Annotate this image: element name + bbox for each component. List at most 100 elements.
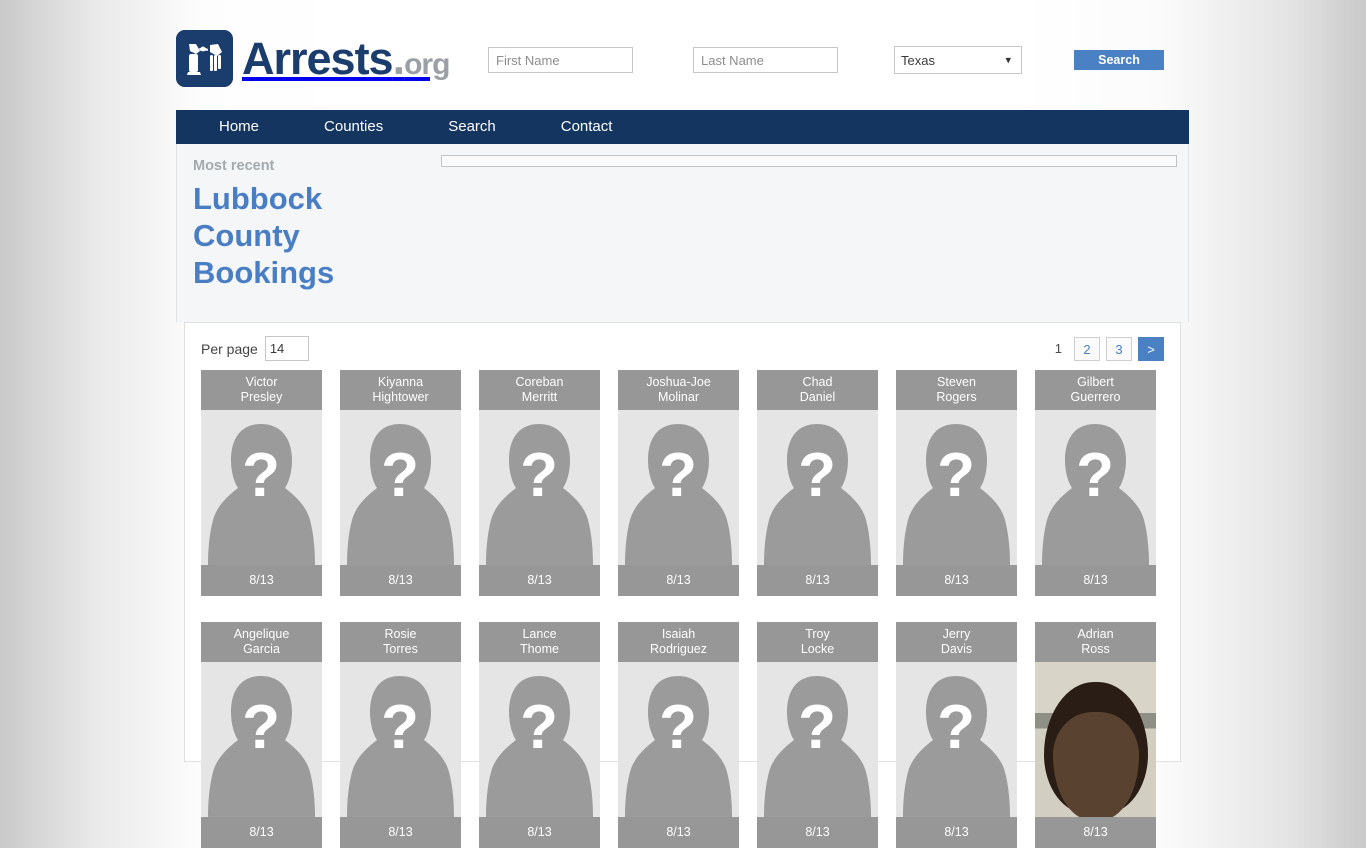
booking-card-name: Coreban Merritt xyxy=(479,370,600,410)
booking-first-name: Gilbert xyxy=(1077,375,1114,389)
booking-card-grid: Victor Presley? 8/13 Kiyanna Hightower? 8/13 C… xyxy=(201,370,1164,848)
booking-first-name: Rosie xyxy=(384,627,417,641)
booking-date: 8/13 xyxy=(340,565,461,596)
nav-item-home[interactable]: Home xyxy=(205,110,273,144)
booking-first-name: Kiyanna xyxy=(377,375,424,389)
booking-last-name: Guerrero xyxy=(1070,390,1121,404)
booking-date: 8/13 xyxy=(340,817,461,848)
svg-text:?: ? xyxy=(381,693,419,762)
results-panel: Per page 14 1 2 3 > Victor Presley? 8/13 Ki… xyxy=(184,322,1181,848)
booking-card[interactable]: Isaiah Rodriguez? 8/13 xyxy=(618,622,739,848)
booking-last-name: Daniel xyxy=(799,390,836,404)
svg-text:?: ? xyxy=(1076,441,1114,510)
svg-text:?: ? xyxy=(242,441,280,510)
booking-date: 8/13 xyxy=(1035,565,1156,596)
search-button[interactable]: Search xyxy=(1074,50,1164,70)
booking-date: 8/13 xyxy=(1035,817,1156,848)
pagination: 1 2 3 > xyxy=(1054,336,1164,361)
pagination-current-page: 1 xyxy=(1054,341,1062,356)
pagination-next-button[interactable]: > xyxy=(1138,336,1164,361)
booking-card[interactable]: Troy Locke? 8/13 xyxy=(757,622,878,848)
header-search-form: Texas ▾ Search xyxy=(488,46,1164,74)
handcuffed-hands-icon xyxy=(176,30,233,87)
site-header: Arrests.org Texas ▾ Search xyxy=(176,0,1189,110)
booking-date: 8/13 xyxy=(618,565,739,596)
svg-text:?: ? xyxy=(659,441,697,510)
per-page-select[interactable]: 14 xyxy=(264,336,309,361)
svg-text:?: ? xyxy=(798,693,836,762)
booking-card[interactable]: Lance Thome? 8/13 xyxy=(479,622,600,848)
booking-card-name: Steven Rogers xyxy=(896,370,1017,410)
booking-date: 8/13 xyxy=(201,817,322,848)
brand-name: Arrests xyxy=(242,33,394,84)
booking-card[interactable]: Rosie Torres? 8/13 xyxy=(340,622,461,848)
booking-card[interactable]: Joshua-Joe Molinar? 8/13 xyxy=(618,370,739,596)
booking-card[interactable]: Chad Daniel? 8/13 xyxy=(757,370,878,596)
ad-placeholder xyxy=(441,155,1177,167)
svg-text:?: ? xyxy=(520,693,558,762)
booking-date: 8/13 xyxy=(618,817,739,848)
last-name-input[interactable] xyxy=(693,47,838,73)
booking-card-name: Kiyanna Hightower xyxy=(340,370,461,410)
nav-item-contact[interactable]: Contact xyxy=(547,110,627,144)
booking-card[interactable]: Kiyanna Hightower? 8/13 xyxy=(340,370,461,596)
booking-card[interactable]: Coreban Merritt? 8/13 xyxy=(479,370,600,596)
page-container: Arrests.org Texas ▾ Search Home Counties… xyxy=(176,0,1189,848)
booking-date: 8/13 xyxy=(757,565,878,596)
state-select-wrap: Texas ▾ xyxy=(894,46,1022,74)
booking-first-name: Victor xyxy=(245,375,278,389)
brand-dot: . xyxy=(392,33,405,84)
booking-last-name: Torres xyxy=(383,642,418,656)
mugshot-photo xyxy=(1035,662,1156,817)
booking-card[interactable]: Steven Rogers? 8/13 xyxy=(896,370,1017,596)
booking-date: 8/13 xyxy=(479,817,600,848)
booking-photo-placeholder-icon: ? xyxy=(479,410,600,565)
booking-date: 8/13 xyxy=(896,817,1017,848)
booking-card[interactable]: Victor Presley? 8/13 xyxy=(201,370,322,596)
booking-card-name: Rosie Torres xyxy=(340,622,461,662)
booking-first-name: Chad xyxy=(802,375,833,389)
booking-photo-placeholder-icon: ? xyxy=(479,662,600,817)
booking-first-name: Joshua-Joe xyxy=(646,375,711,389)
booking-card[interactable]: Jerry Davis? 8/13 xyxy=(896,622,1017,848)
booking-card[interactable]: Gilbert Guerrero? 8/13 xyxy=(1035,370,1156,596)
booking-last-name: Garcia xyxy=(243,642,280,656)
booking-card-name: Chad Daniel xyxy=(757,370,878,410)
booking-photo-placeholder-icon: ? xyxy=(1035,410,1156,565)
booking-card[interactable]: Angelique Garcia? 8/13 xyxy=(201,622,322,848)
svg-text:?: ? xyxy=(937,693,975,762)
booking-last-name: Rodriguez xyxy=(650,642,707,656)
booking-photo-placeholder-icon: ? xyxy=(618,662,739,817)
booking-card-name: Adrian Ross xyxy=(1035,622,1156,662)
booking-photo-placeholder-icon: ? xyxy=(201,410,322,565)
booking-last-name: Hightower xyxy=(372,390,429,404)
brand-tld: org xyxy=(404,48,450,81)
svg-text:?: ? xyxy=(520,441,558,510)
booking-last-name: Davis xyxy=(940,642,973,656)
per-page-label: Per page xyxy=(201,340,258,357)
svg-text:?: ? xyxy=(937,441,975,510)
pagination-page-2[interactable]: 2 xyxy=(1074,336,1100,361)
booking-first-name: Angelique xyxy=(233,627,290,641)
booking-last-name: Locke xyxy=(800,642,835,656)
booking-photo-placeholder-icon: ? xyxy=(757,410,878,565)
page-title: Lubbock County Bookings xyxy=(193,181,335,290)
booking-first-name: Jerry xyxy=(942,627,971,641)
nav-item-search[interactable]: Search xyxy=(434,110,510,144)
booking-date: 8/13 xyxy=(896,565,1017,596)
first-name-input[interactable] xyxy=(488,47,633,73)
booking-last-name: Presley xyxy=(240,390,283,404)
svg-text:?: ? xyxy=(381,441,419,510)
nav-item-counties[interactable]: Counties xyxy=(310,110,397,144)
booking-photo-placeholder-icon: ? xyxy=(896,410,1017,565)
site-logo[interactable]: Arrests.org xyxy=(176,30,450,87)
per-page-control: Per page 14 xyxy=(201,336,309,361)
booking-card[interactable]: Adrian Ross 8/13 xyxy=(1035,622,1156,848)
booking-photo-placeholder-icon: ? xyxy=(340,410,461,565)
booking-last-name: Rogers xyxy=(936,390,977,404)
state-select[interactable]: Texas xyxy=(894,46,1022,74)
booking-card-name: Angelique Garcia xyxy=(201,622,322,662)
results-toolbar: Per page 14 1 2 3 > xyxy=(201,323,1164,370)
booking-date: 8/13 xyxy=(757,817,878,848)
pagination-page-3[interactable]: 3 xyxy=(1106,336,1132,361)
